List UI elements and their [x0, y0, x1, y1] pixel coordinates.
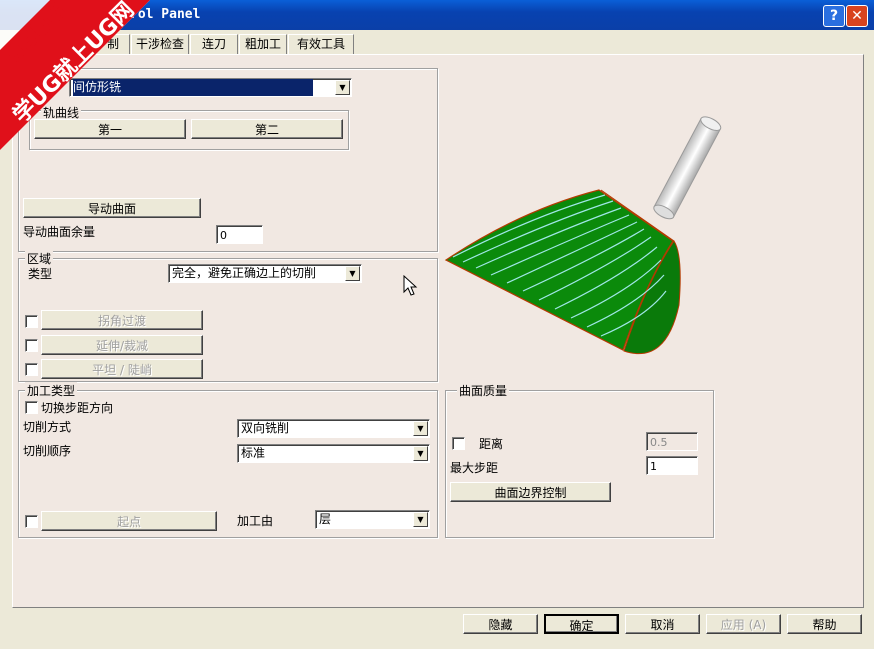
cancel-button[interactable]: 取消: [625, 614, 700, 634]
tab-link[interactable]: 连刀: [190, 34, 238, 54]
dialog-window: rol Panel ? ✕ 制 干涉检查 连刀 粗加工 有效工具 间仿形铣 ▼ …: [0, 0, 874, 649]
surface-stock-input[interactable]: 0: [216, 225, 263, 244]
switch-step-checkbox[interactable]: [25, 401, 38, 414]
ok-button[interactable]: 确定: [544, 614, 619, 634]
close-title-button[interactable]: ✕: [846, 5, 868, 27]
quality-group-label: 曲面质量: [457, 382, 510, 399]
watermark-logo: 9SUG 学UG就上UG网: [0, 0, 150, 150]
region-type-label: 类型: [28, 267, 53, 281]
chevron-down-icon[interactable]: ▼: [413, 421, 428, 436]
max-step-input[interactable]: 1: [646, 456, 698, 475]
cut-method-value: 双向铣削: [241, 421, 290, 435]
tab-rough[interactable]: 粗加工: [239, 34, 287, 54]
extend-checkbox[interactable]: [25, 339, 38, 352]
hide-button[interactable]: 隐藏: [463, 614, 538, 634]
surface-stock-label: 导动曲面余量: [23, 225, 96, 239]
flat-checkbox[interactable]: [25, 363, 38, 376]
chevron-down-icon[interactable]: ▼: [335, 80, 350, 95]
machine-by-select[interactable]: 层 ▼: [315, 510, 430, 529]
flat-steep-button[interactable]: 平坦 / 陡峭: [41, 359, 203, 379]
machine-by-label: 加工由: [237, 514, 274, 528]
chevron-down-icon[interactable]: ▼: [413, 512, 428, 527]
start-point-checkbox[interactable]: [25, 515, 38, 528]
chevron-down-icon[interactable]: ▼: [345, 266, 360, 281]
surface-boundary-button[interactable]: 曲面边界控制: [450, 482, 611, 502]
cut-method-label: 切削方式: [23, 420, 72, 434]
switch-step-label: 切换步距方向: [41, 401, 114, 415]
cut-order-select[interactable]: 标准 ▼: [237, 444, 430, 463]
start-point-button[interactable]: 起点: [41, 511, 217, 531]
machining-group-label: 加工类型: [25, 382, 78, 399]
region-type-select[interactable]: 完全，避免正确边上的切削 ▼: [168, 264, 362, 283]
cut-order-label: 切削顺序: [23, 444, 72, 458]
second-curve-button[interactable]: 第二: [191, 119, 343, 139]
corner-blend-button[interactable]: 拐角过渡: [41, 310, 203, 330]
machine-by-value: 层: [319, 512, 332, 526]
cut-order-value: 标准: [241, 446, 266, 460]
drive-surface-button[interactable]: 导动曲面: [23, 198, 201, 218]
cut-method-select[interactable]: 双向铣削 ▼: [237, 419, 430, 438]
distance-checkbox[interactable]: [452, 437, 465, 450]
max-step-label: 最大步距: [450, 461, 499, 475]
help-title-button[interactable]: ?: [823, 5, 845, 27]
apply-button[interactable]: 应用 (A): [706, 614, 781, 634]
mouse-cursor-icon: [403, 275, 418, 296]
chevron-down-icon[interactable]: ▼: [413, 446, 428, 461]
help-button[interactable]: 帮助: [787, 614, 862, 634]
corner-checkbox[interactable]: [25, 315, 38, 328]
distance-label: 距离: [479, 437, 504, 451]
toolpath-preview-image: [444, 116, 722, 355]
tab-tools[interactable]: 有效工具: [288, 34, 354, 54]
footer-bar: 隐藏 确定 取消 应用 (A) 帮助: [0, 607, 874, 649]
region-type-value: 完全，避免正确边上的切削: [172, 266, 317, 280]
distance-input[interactable]: 0.5: [646, 432, 698, 451]
extend-trim-button[interactable]: 延伸/裁减: [41, 335, 203, 355]
